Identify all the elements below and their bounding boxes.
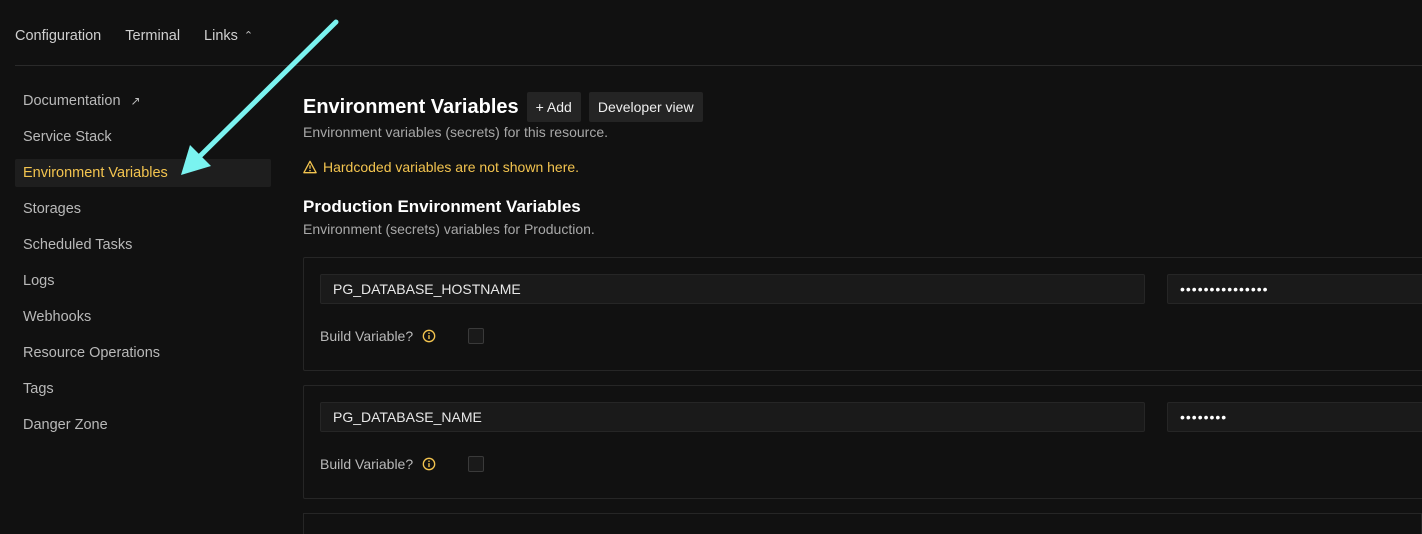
variable-name-input[interactable]: PG_DATABASE_NAME [320,402,1145,432]
nav-configuration-label: Configuration [15,28,102,44]
chevron-updown-icon: ⌃ [243,29,254,42]
variable-name-input[interactable]: PG_DATABASE_HOSTNAME [320,274,1145,304]
sidebar-item-label: Logs [23,273,55,289]
sidebar-item-label: Tags [23,381,54,397]
sidebar: Documentation ↗ Service Stack Environment… [15,87,271,447]
build-variable-row: Build Variable? [320,456,485,472]
nav-terminal-label: Terminal [125,28,181,44]
title-row: Environment Variables + Add Developer vi… [303,92,1422,122]
sidebar-item-label: Documentation [23,93,121,109]
sidebar-item-webhooks[interactable]: Webhooks [15,303,271,331]
env-variable-card: PG_DATABASE_HOSTNAME ••••••••••••••• Bui… [303,257,1422,371]
sidebar-item-scheduled-tasks[interactable]: Scheduled Tasks [15,231,271,259]
external-link-icon: ↗ [130,94,141,108]
sidebar-item-documentation[interactable]: Documentation ↗ [15,87,271,115]
info-icon[interactable] [422,329,436,343]
top-navigation: Configuration Terminal Links ⌃ [15,28,277,44]
sidebar-item-logs[interactable]: Logs [15,267,271,295]
sidebar-item-label: Environment Variables [23,165,168,181]
sidebar-item-tags[interactable]: Tags [15,375,271,403]
build-variable-row: Build Variable? [320,328,485,344]
build-variable-label: Build Variable? [320,328,414,344]
sidebar-item-resource-operations[interactable]: Resource Operations [15,339,271,367]
sidebar-item-label: Scheduled Tasks [23,237,133,253]
header-divider [15,65,1422,66]
build-variable-checkbox[interactable] [468,328,485,344]
sidebar-item-service-stack[interactable]: Service Stack [15,123,271,151]
sidebar-item-label: Storages [23,201,82,217]
variable-value-input[interactable]: ••••••••••••••• [1167,274,1422,304]
env-variable-card-partial [303,513,1422,534]
main-content: Environment Variables + Add Developer vi… [303,92,1422,237]
developer-view-button[interactable]: Developer view [588,92,703,122]
warning-message: Hardcoded variables are not shown here. [303,159,1422,175]
sidebar-item-environment-variables[interactable]: Environment Variables [15,159,271,187]
sidebar-item-label: Danger Zone [23,417,108,433]
build-variable-label: Build Variable? [320,456,414,472]
warning-text: Hardcoded variables are not shown here. [323,159,580,175]
page-subtitle: Environment variables (secrets) for this… [303,124,608,140]
info-icon[interactable] [422,457,436,471]
warning-icon [303,160,317,174]
variable-value-input[interactable]: •••••••• [1167,402,1422,432]
nav-configuration[interactable]: Configuration [15,28,101,44]
sidebar-item-label: Webhooks [23,309,92,325]
nav-terminal[interactable]: Terminal [125,28,180,44]
build-variable-checkbox[interactable] [468,456,485,472]
nav-links-label: Links [204,28,238,44]
env-variable-card: PG_DATABASE_NAME •••••••• Build Variable… [303,385,1422,499]
nav-links[interactable]: Links ⌃ [204,28,253,44]
sidebar-item-danger-zone[interactable]: Danger Zone [15,411,271,439]
sidebar-item-label: Resource Operations [23,345,161,361]
sidebar-item-label: Service Stack [23,129,112,145]
section-title: Production Environment Variables [303,197,581,216]
add-button[interactable]: + Add [526,92,581,122]
section-subtitle: Environment (secrets) variables for Prod… [303,221,595,237]
page-title: Environment Variables [303,95,519,118]
sidebar-item-storages[interactable]: Storages [15,195,271,223]
